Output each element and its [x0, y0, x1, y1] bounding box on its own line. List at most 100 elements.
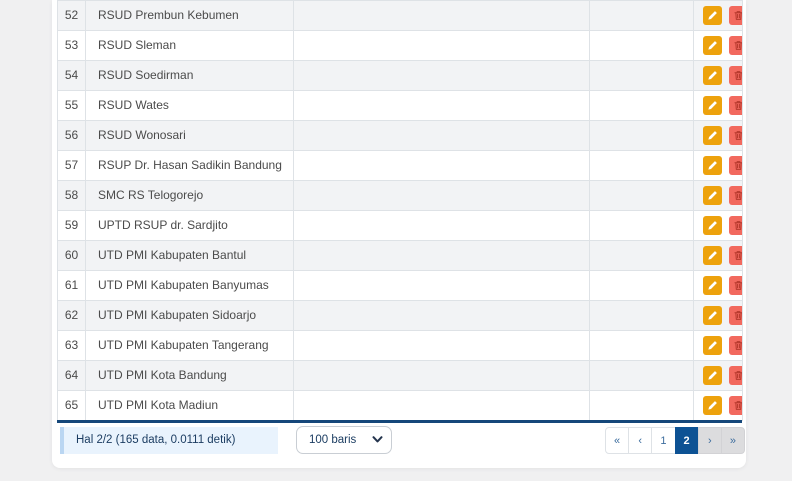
- content-card: 52 RSUD Prembun Kebumen 53 RSUD Sleman: [52, 0, 746, 468]
- pagination-prev-page[interactable]: ‹: [628, 427, 652, 454]
- delete-button[interactable]: [729, 66, 742, 85]
- edit-button[interactable]: [703, 6, 722, 25]
- edit-button[interactable]: [703, 396, 722, 415]
- facility-name: UTD PMI Kota Bandung: [86, 361, 294, 391]
- page-info: Hal 2/2 (165 data, 0.0111 detik): [60, 427, 278, 454]
- empty-cell: [590, 271, 694, 301]
- edit-button[interactable]: [703, 216, 722, 235]
- empty-cell: [294, 301, 590, 331]
- table-row: 54 RSUD Soedirman: [58, 61, 743, 91]
- row-number: 56: [58, 121, 86, 151]
- pagination-first-page[interactable]: «: [605, 427, 629, 454]
- edit-button[interactable]: [703, 126, 722, 145]
- facility-name: RSUP Dr. Hasan Sadikin Bandung: [86, 151, 294, 181]
- edit-button[interactable]: [703, 366, 722, 385]
- facility-name: UTD PMI Kota Madiun: [86, 391, 294, 421]
- empty-cell: [294, 361, 590, 391]
- delete-button[interactable]: [729, 186, 742, 205]
- pencil-icon: [707, 10, 718, 21]
- edit-button[interactable]: [703, 276, 722, 295]
- facility-name: RSUD Prembun Kebumen: [86, 1, 294, 31]
- pencil-icon: [707, 100, 718, 111]
- empty-cell: [590, 61, 694, 91]
- empty-cell: [590, 121, 694, 151]
- empty-cell: [294, 31, 590, 61]
- row-actions-cell: [694, 211, 743, 241]
- pencil-icon: [707, 310, 718, 321]
- table-row: 59 UPTD RSUP dr. Sardjito: [58, 211, 743, 241]
- row-number: 52: [58, 1, 86, 31]
- row-number: 61: [58, 271, 86, 301]
- edit-button[interactable]: [703, 306, 722, 325]
- pagination: «‹12›»: [605, 427, 745, 454]
- pencil-icon: [707, 40, 718, 51]
- edit-button[interactable]: [703, 66, 722, 85]
- pagination-page-1[interactable]: 1: [651, 427, 675, 454]
- delete-button[interactable]: [729, 96, 742, 115]
- row-number: 59: [58, 211, 86, 241]
- row-actions-cell: [694, 31, 743, 61]
- empty-cell: [294, 1, 590, 31]
- row-actions-cell: [694, 331, 743, 361]
- row-number: 54: [58, 61, 86, 91]
- table-row: 58 SMC RS Telogorejo: [58, 181, 743, 211]
- empty-cell: [294, 241, 590, 271]
- table-row: 65 UTD PMI Kota Madiun: [58, 391, 743, 421]
- delete-button[interactable]: [729, 216, 742, 235]
- trash-icon: [733, 370, 742, 381]
- edit-button[interactable]: [703, 36, 722, 55]
- table-row: 60 UTD PMI Kabupaten Bantul: [58, 241, 743, 271]
- empty-cell: [294, 61, 590, 91]
- trash-icon: [733, 100, 742, 111]
- table-row: 53 RSUD Sleman: [58, 31, 743, 61]
- facility-name: UPTD RSUP dr. Sardjito: [86, 211, 294, 241]
- empty-cell: [590, 331, 694, 361]
- facility-name: UTD PMI Kabupaten Banyumas: [86, 271, 294, 301]
- pencil-icon: [707, 370, 718, 381]
- delete-button[interactable]: [729, 336, 742, 355]
- row-actions-cell: [694, 91, 743, 121]
- edit-button[interactable]: [703, 336, 722, 355]
- empty-cell: [590, 151, 694, 181]
- empty-cell: [590, 1, 694, 31]
- delete-button[interactable]: [729, 366, 742, 385]
- trash-icon: [733, 280, 742, 291]
- delete-button[interactable]: [729, 396, 742, 415]
- edit-button[interactable]: [703, 156, 722, 175]
- row-number: 62: [58, 301, 86, 331]
- facility-name: RSUD Soedirman: [86, 61, 294, 91]
- delete-button[interactable]: [729, 36, 742, 55]
- delete-button[interactable]: [729, 276, 742, 295]
- table-row: 56 RSUD Wonosari: [58, 121, 743, 151]
- row-actions-cell: [694, 121, 743, 151]
- edit-button[interactable]: [703, 186, 722, 205]
- empty-cell: [294, 121, 590, 151]
- row-number: 53: [58, 31, 86, 61]
- edit-button[interactable]: [703, 246, 722, 265]
- edit-button[interactable]: [703, 96, 722, 115]
- delete-button[interactable]: [729, 6, 742, 25]
- empty-cell: [590, 181, 694, 211]
- row-actions-cell: [694, 61, 743, 91]
- row-actions-cell: [694, 241, 743, 271]
- empty-cell: [294, 211, 590, 241]
- delete-button[interactable]: [729, 306, 742, 325]
- empty-cell: [294, 331, 590, 361]
- table-row: 63 UTD PMI Kabupaten Tangerang: [58, 331, 743, 361]
- pagination-next-page: ›: [698, 427, 722, 454]
- table-row: 62 UTD PMI Kabupaten Sidoarjo: [58, 301, 743, 331]
- empty-cell: [590, 241, 694, 271]
- table-row: 64 UTD PMI Kota Bandung: [58, 361, 743, 391]
- empty-cell: [590, 31, 694, 61]
- row-actions-cell: [694, 301, 743, 331]
- pagination-page-2[interactable]: 2: [675, 427, 699, 454]
- empty-cell: [294, 91, 590, 121]
- delete-button[interactable]: [729, 156, 742, 175]
- table-row: 55 RSUD Wates: [58, 91, 743, 121]
- row-number: 58: [58, 181, 86, 211]
- delete-button[interactable]: [729, 246, 742, 265]
- empty-cell: [294, 271, 590, 301]
- delete-button[interactable]: [729, 126, 742, 145]
- table-row: 61 UTD PMI Kabupaten Banyumas: [58, 271, 743, 301]
- page-size-select[interactable]: 100 baris: [296, 426, 392, 454]
